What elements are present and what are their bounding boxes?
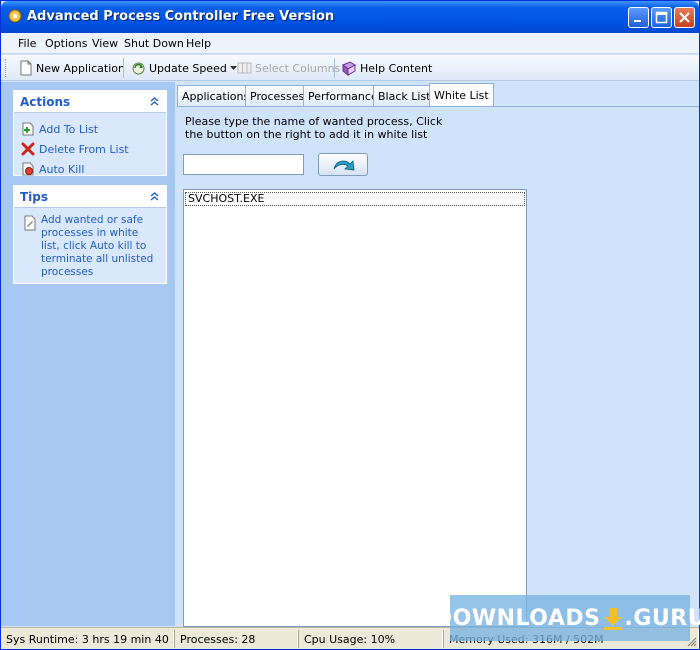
delete-icon xyxy=(21,142,35,156)
watermark-left-text: DOWNLOADS xyxy=(433,605,601,631)
app-window: Advanced Process Controller Free Version… xyxy=(0,0,700,650)
new-application-label: New Application xyxy=(36,61,125,75)
window-title: Advanced Process Controller Free Version xyxy=(27,9,335,24)
dropdown-arrow-icon xyxy=(229,65,237,70)
status-runtime: Sys Runtime: 3 hrs 19 min 40 s xyxy=(1,630,174,648)
action-auto-kill-label: Auto Kill xyxy=(39,162,85,176)
close-button[interactable] xyxy=(674,7,695,28)
refresh-icon xyxy=(132,62,145,74)
menu-help[interactable]: Help xyxy=(186,37,211,50)
main-area: Applications Processes Performance Black… xyxy=(175,82,699,627)
maximize-icon xyxy=(655,11,668,24)
action-add-to-list[interactable]: Add To List xyxy=(21,119,160,139)
action-delete-from-list[interactable]: Delete From List xyxy=(21,139,160,159)
tab-processes[interactable]: Processes xyxy=(245,85,310,106)
go-arrow-icon xyxy=(333,160,355,171)
actions-panel-header[interactable]: Actions xyxy=(14,91,166,113)
action-add-to-list-label: Add To List xyxy=(39,122,99,136)
watermark-right-text: .GURU xyxy=(624,605,700,631)
help-content-label: Help Content xyxy=(360,61,433,75)
tips-panel-title: Tips xyxy=(20,190,49,204)
menu-bar: File Options View Shut Down Help xyxy=(1,33,699,54)
tab-black-list[interactable]: Black List xyxy=(373,85,436,106)
tips-text: Add wanted or safe processes in white li… xyxy=(41,214,154,278)
update-speed-button[interactable]: Update Speed xyxy=(131,58,237,78)
minimize-button[interactable] xyxy=(628,7,649,28)
status-cpu: Cpu Usage: 10% xyxy=(298,630,443,648)
action-delete-from-list-label: Delete From List xyxy=(39,142,129,156)
help-book-icon xyxy=(342,60,356,76)
tips-panel-header[interactable]: Tips xyxy=(14,186,166,208)
collapse-chevron-icon[interactable] xyxy=(148,190,161,203)
actions-panel: Actions Add To List Delete From List Aut… xyxy=(13,90,167,176)
columns-icon xyxy=(237,62,252,74)
list-item[interactable]: SVCHOST.EXE xyxy=(185,192,525,206)
menu-view[interactable]: View xyxy=(92,37,118,50)
toolbar: New Application Update Speed Select Colu… xyxy=(1,55,699,81)
tip-note-icon xyxy=(24,215,36,231)
white-list-box[interactable]: SVCHOST.EXE xyxy=(183,189,527,627)
new-application-button[interactable]: New Application xyxy=(19,58,125,78)
downloads-guru-watermark: DOWNLOADS .GURU xyxy=(434,595,700,641)
tips-panel: Tips Add wanted or safe processes in whi… xyxy=(13,185,167,284)
toolbar-separator xyxy=(123,58,124,78)
collapse-chevron-icon[interactable] xyxy=(148,95,161,108)
help-content-button[interactable]: Help Content xyxy=(341,58,432,78)
white-list-instruction: Please type the name of wanted process, … xyxy=(185,115,443,141)
select-columns-button[interactable]: Select Columns xyxy=(237,58,340,78)
toolbar-separator xyxy=(334,58,335,78)
action-auto-kill[interactable]: Auto Kill xyxy=(21,159,160,179)
menu-shut-down[interactable]: Shut Down xyxy=(124,37,184,50)
download-arrow-icon xyxy=(603,608,622,630)
actions-panel-title: Actions xyxy=(20,95,71,109)
status-processes: Processes: 28 xyxy=(174,630,298,648)
auto-kill-icon xyxy=(22,162,34,176)
add-to-white-list-button[interactable] xyxy=(318,153,368,176)
task-pane: Actions Add To List Delete From List Aut… xyxy=(1,82,175,626)
menu-options[interactable]: Options xyxy=(45,37,87,50)
minimize-icon xyxy=(634,20,641,22)
new-document-icon xyxy=(20,60,32,76)
title-bar[interactable]: Advanced Process Controller Free Version xyxy=(1,1,699,33)
add-icon xyxy=(22,122,34,136)
tab-white-list[interactable]: White List xyxy=(429,83,494,106)
toolbar-grip[interactable] xyxy=(5,59,8,77)
maximize-button[interactable] xyxy=(651,7,672,28)
white-list-page: Please type the name of wanted process, … xyxy=(177,106,699,627)
menu-file[interactable]: File xyxy=(18,37,36,50)
tab-applications[interactable]: Applications xyxy=(177,85,255,106)
update-speed-label: Update Speed xyxy=(149,61,227,75)
select-columns-label: Select Columns xyxy=(255,61,341,75)
tab-performance[interactable]: Performance xyxy=(303,85,383,106)
app-gear-icon xyxy=(8,9,22,23)
close-icon xyxy=(679,12,690,23)
process-name-input[interactable] xyxy=(183,154,304,175)
